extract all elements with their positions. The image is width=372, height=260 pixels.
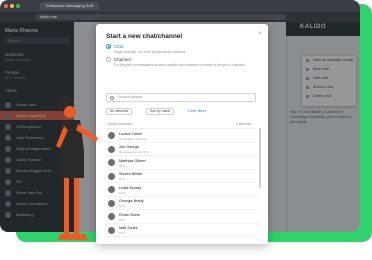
search-placeholder: Search people: [118, 95, 143, 99]
person-row[interactable]: Jon George Renaissance Ltd, NYC: [106, 143, 258, 156]
channel-radio[interactable]: [106, 57, 111, 62]
person-organisation: NYC: [119, 190, 126, 195]
browser-tab[interactable]: Enterprise Messaging Soft: [40, 2, 99, 10]
person-name: Jon George: [119, 145, 139, 149]
person-name: Linda Murray: [119, 185, 142, 190]
person-name: Georgia Brady: [119, 199, 144, 203]
person-organisation: NYC: [119, 231, 126, 235]
chat-radio[interactable]: [106, 44, 111, 49]
clear-filters-link[interactable]: Clear filters: [188, 109, 206, 113]
person-row[interactable]: Matt Jones NYC: [106, 224, 258, 237]
new-chat-dialog: Start a new chat/channel × Chat Single c…: [96, 24, 268, 244]
people-list-scrollbar[interactable]: [259, 128, 261, 188]
person-name: Ethan Stone: [119, 212, 140, 217]
sort-filter-select[interactable]: Sort by name: [146, 108, 175, 115]
person-row[interactable]: Steven Blister NYC: [106, 170, 258, 183]
url-field[interactable]: kalido.me: [36, 14, 286, 20]
maximize-window-icon[interactable]: [16, 4, 20, 8]
person-organisation: NYC: [119, 177, 126, 181]
person-row[interactable]: Matthias Gilbert NYC: [106, 156, 258, 170]
chat-option-description: Single chat with 1 or more people across…: [114, 49, 186, 54]
person-row[interactable]: Linda Murray NYC: [106, 183, 258, 197]
person-organisation: NYC: [119, 217, 126, 222]
screenshot-stage: Enterprise Messaging Soft kalido.me Mari…: [0, 0, 372, 260]
close-window-icon[interactable]: [4, 4, 8, 8]
avatar: [108, 213, 115, 220]
person-organisation: Renaissance Ltd, NYC: [119, 150, 150, 154]
person-row[interactable]: Louisa Cohen Cambridge University: [106, 129, 258, 143]
search-icon: [110, 95, 114, 100]
minimize-window-icon[interactable]: [10, 4, 14, 8]
network-filter-select[interactable]: All networks: [106, 108, 133, 115]
selected-count: 0 selected: [236, 122, 252, 126]
person-name: Louisa Cohen: [119, 131, 143, 136]
person-name: Steven Blister: [119, 172, 143, 176]
avatar: [108, 132, 115, 139]
dialog-title: Start a new chat/channel: [106, 33, 183, 40]
avatar: [108, 226, 115, 234]
person-name: Matt Jones: [119, 226, 138, 230]
person-name: Matthias Gilbert: [119, 158, 146, 163]
select-someone-label: Select someone: [108, 122, 133, 126]
close-icon[interactable]: ×: [258, 31, 262, 37]
people-list: Louisa Cohen Cambridge University Jon Geor…: [106, 128, 258, 244]
channel-option-description: For long term conversations across a spe…: [114, 62, 245, 67]
person-organisation: Cambridge University: [119, 136, 148, 141]
person-row[interactable]: Georgia Brady NYC: [106, 197, 258, 210]
avatar: [108, 172, 115, 180]
avatar: [108, 199, 115, 207]
channel-option-label[interactable]: Channel: [114, 57, 131, 62]
person-organisation: NYC: [119, 204, 126, 208]
chat-option-label[interactable]: Chat: [114, 44, 124, 49]
people-search-input[interactable]: Search people: [106, 93, 256, 102]
browser-address-bar: kalido.me: [0, 12, 360, 22]
avatar: [108, 186, 115, 193]
person-organisation: NYC: [119, 163, 126, 168]
browser-titlebar: Enterprise Messaging Soft: [0, 0, 360, 12]
avatar: [108, 145, 115, 153]
avatar: [108, 159, 115, 166]
person-row[interactable]: Ethan Stone NYC: [106, 210, 258, 224]
